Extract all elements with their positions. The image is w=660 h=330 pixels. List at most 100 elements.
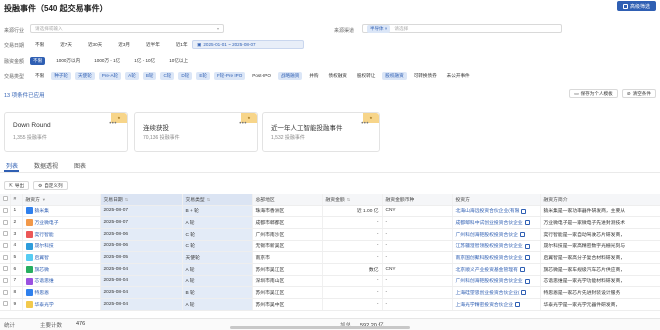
more-icon[interactable]: •••: [239, 121, 247, 127]
date-option[interactable]: 近半年: [143, 41, 163, 49]
col-header-investor[interactable]: 投资方: [452, 194, 541, 206]
tab-chart[interactable]: 图表: [74, 161, 86, 170]
round-option[interactable]: Pre-A轮: [98, 72, 122, 80]
row-checkbox[interactable]: [0, 286, 11, 299]
date-range-picker[interactable]: ▣ 2025-01-01 ~ 2025-08-07: [192, 40, 304, 49]
round-option[interactable]: 不限: [32, 72, 47, 80]
sort-icon[interactable]: ⇅: [347, 197, 350, 202]
sort-icon[interactable]: ⇅: [207, 197, 210, 202]
company-cell[interactable]: 华泰光学: [22, 298, 101, 311]
company-name[interactable]: 特思恩: [35, 291, 49, 296]
col-header-region[interactable]: 总部地区: [252, 194, 323, 206]
amount-option[interactable]: 1000万 - 1亿: [91, 57, 123, 65]
row-checkbox[interactable]: [0, 205, 11, 218]
row-checkbox[interactable]: [0, 275, 11, 288]
company-cell[interactable]: 芯谐思维: [22, 275, 101, 288]
select-all-checkbox[interactable]: [0, 194, 11, 206]
external-link-icon[interactable]: [521, 208, 527, 214]
round-option[interactable]: 并购: [306, 72, 321, 80]
external-link-icon[interactable]: [515, 302, 521, 308]
company-name[interactable]: 万业微电子: [35, 221, 59, 226]
company-cell[interactable]: 特思恩: [22, 286, 101, 299]
round-option[interactable]: 未公开事件: [444, 72, 473, 80]
company-name[interactable]: 晟尔科技: [35, 244, 54, 249]
external-link-icon[interactable]: [524, 220, 530, 226]
col-header-amount[interactable]: 融资金额 ⇅: [322, 194, 383, 206]
investor-name[interactable]: 北京顺义产业投资基金管理有: [456, 268, 518, 273]
export-button[interactable]: ⇱ 导出: [4, 181, 30, 190]
investor-cell[interactable]: 广州科创海钜股权投资合伙企: [452, 228, 541, 241]
round-option[interactable]: C轮: [160, 72, 175, 80]
table-row[interactable]: 4 晟尔科技 2025-08-06 C 轮无锡市新吴区 - - 江苏疆澄智领股权投资合伙企业…: [0, 240, 660, 253]
company-name[interactable]: 启翼智: [35, 256, 49, 261]
clear-conditions-button[interactable]: ⊘ 清空条件: [621, 89, 656, 98]
company-cell[interactable]: 旗芯微: [22, 263, 101, 276]
round-option[interactable]: 股权转让: [354, 72, 378, 80]
external-link-icon[interactable]: [519, 231, 525, 237]
investor-name[interactable]: 广州科创海钜股权投资合伙企: [456, 233, 518, 238]
amount-option[interactable]: 10亿以上: [166, 57, 191, 65]
investor-cell[interactable]: 北海山海远投资合伙企业(有限: [452, 205, 541, 218]
round-option[interactable]: 天使轮: [75, 72, 95, 80]
investor-name[interactable]: 成都郫科中试创业投资合伙企业: [456, 221, 523, 226]
round-option[interactable]: 债权融资: [326, 72, 350, 80]
more-icon[interactable]: •••: [109, 121, 117, 127]
company-name[interactable]: 旗芯微: [35, 268, 49, 273]
company-name[interactable]: 芯谐思维: [35, 279, 54, 284]
investor-name[interactable]: 北海山海远投资合伙企业(有限: [456, 209, 520, 214]
investor-cell[interactable]: 南京国创聚科股权投资合伙企业: [452, 251, 541, 264]
col-header-desc[interactable]: 融资方简介: [540, 194, 660, 206]
sort-icon[interactable]: ⇅: [125, 197, 128, 202]
table-row[interactable]: 7 芯谐思维 2025-08-04 A 轮深圳市南山区 - - 广州科创海钜股权投资合伙企业…: [0, 275, 660, 288]
row-checkbox[interactable]: [0, 228, 11, 241]
amount-option[interactable]: 1亿 - 10亿: [131, 57, 158, 65]
tab-list[interactable]: 列表: [6, 161, 18, 170]
channel-tag[interactable]: 半导体 ×: [367, 24, 391, 33]
channel-select[interactable]: 半导体 × 请选择: [362, 24, 562, 33]
table-row[interactable]: 9 华泰光学 2025-08-04 A 轮苏州市吴中区 - - 上海光学精密投资合伙企业 华泰…: [0, 298, 660, 311]
investor-name[interactable]: 广州科创海钜股权投资合伙企业: [456, 279, 523, 284]
round-option[interactable]: 可转换债券: [411, 72, 440, 80]
date-option[interactable]: 不限: [32, 41, 47, 49]
company-cell[interactable]: 猿米集: [22, 205, 101, 218]
filter-icon[interactable]: ▼: [42, 197, 46, 202]
round-option[interactable]: 战略融资: [277, 72, 303, 80]
row-checkbox[interactable]: [0, 240, 11, 253]
date-option[interactable]: 近3月: [115, 41, 133, 49]
investor-cell[interactable]: 上海光学精密投资合伙企业: [452, 298, 541, 311]
col-header-type[interactable]: 交易类型 ⇅: [182, 194, 253, 206]
external-link-icon[interactable]: [524, 255, 530, 261]
company-name[interactable]: 猿米集: [35, 209, 49, 214]
col-header-date[interactable]: 交易日期 ⇅: [100, 194, 183, 206]
investor-cell[interactable]: 上海硅望思创业投资合伙企业(: [452, 286, 541, 299]
company-cell[interactable]: 万业微电子: [22, 216, 101, 229]
company-cell[interactable]: 晟尔科技: [22, 240, 101, 253]
investor-cell[interactable]: 江苏疆澄智领股权投资合伙企业: [452, 240, 541, 253]
row-checkbox[interactable]: [0, 251, 11, 264]
company-name[interactable]: 华泰光学: [35, 303, 54, 308]
external-link-icon[interactable]: [521, 290, 527, 296]
amount-option[interactable]: 不限: [30, 57, 46, 65]
company-cell[interactable]: 奕行智能: [22, 228, 101, 241]
investor-name[interactable]: 上海硅望思创业投资合伙企业(: [456, 291, 520, 296]
external-link-icon[interactable]: [524, 243, 530, 249]
table-row[interactable]: 8 特思恩 2025-08-04 B 轮苏州市吴江区 - - 上海硅望思创业投资合伙企业(特…: [0, 286, 660, 299]
row-checkbox[interactable]: [0, 298, 11, 311]
company-cell[interactable]: 启翼智: [22, 251, 101, 264]
round-option[interactable]: Post-IPO: [249, 72, 274, 80]
template-card[interactable]: ★ 近一年人工智能投融事件 1,532 投融事件 •••: [262, 112, 380, 152]
round-option[interactable]: F轮-Pre IPO: [214, 72, 246, 80]
date-option[interactable]: 近1年: [173, 41, 191, 49]
table-row[interactable]: 5 启翼智 2025-08-05 天使轮 南京市 - - 南京国创聚科股权投资合伙企业 启翼智是…: [0, 251, 660, 264]
company-name[interactable]: 奕行智能: [35, 233, 54, 238]
investor-name[interactable]: 江苏疆澄智领股权投资合伙企业: [456, 244, 523, 249]
external-link-icon[interactable]: [519, 267, 525, 273]
round-option[interactable]: D轮: [178, 72, 193, 80]
tab-pivot[interactable]: 数据透视: [34, 161, 58, 170]
more-icon[interactable]: •••: [361, 121, 369, 127]
row-checkbox[interactable]: [0, 216, 11, 229]
table-row[interactable]: 2 万业微电子 2025-08-07 A 轮成都市郫都区 - - 成都郫科中试创业投资合伙企…: [0, 216, 660, 229]
round-option[interactable]: E轮: [196, 72, 210, 80]
row-checkbox[interactable]: [0, 263, 11, 276]
advanced-filter-button[interactable]: 高级筛选: [616, 1, 656, 11]
